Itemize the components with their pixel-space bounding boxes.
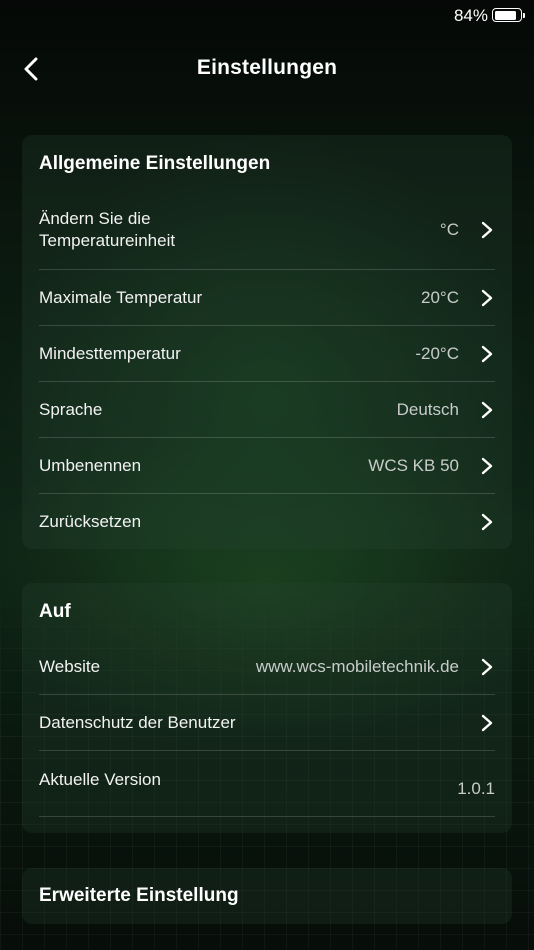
- row-value: -20°C: [415, 343, 459, 363]
- row-label: Datenschutz der Benutzer: [39, 712, 236, 732]
- row-rename[interactable]: Umbenennen WCS KB 50: [39, 438, 495, 494]
- chevron-right-icon: [481, 401, 493, 419]
- battery-percent: 84%: [453, 6, 488, 25]
- about-card: Auf Website www.wcs-mobiletechnik.de Dat…: [22, 583, 512, 833]
- row-label: Website: [39, 656, 101, 676]
- general-settings-card: Allgemeine Einstellungen Ändern Sie die …: [22, 135, 512, 549]
- row-value: Deutsch: [396, 399, 459, 419]
- nav-bar: Einstellungen: [0, 44, 534, 94]
- row-value: 1.0.1: [457, 779, 495, 798]
- row-label: Umbenennen: [39, 455, 142, 475]
- row-reset[interactable]: Zurücksetzen: [39, 494, 495, 550]
- row-privacy[interactable]: Datenschutz der Benutzer: [39, 695, 495, 751]
- row-temperature-unit[interactable]: Ändern Sie die Temperatureinheit °C: [39, 191, 495, 270]
- chevron-right-icon: [481, 714, 493, 732]
- card-title-about: Auf: [39, 601, 71, 622]
- status-bar: 84%: [0, 0, 534, 30]
- row-language[interactable]: Sprache Deutsch: [39, 382, 495, 438]
- battery-icon: [492, 8, 525, 22]
- chevron-right-icon: [481, 289, 493, 307]
- row-label: Aktuelle Version: [39, 769, 161, 789]
- row-label: Mindesttemperatur: [39, 343, 181, 363]
- chevron-right-icon: [481, 513, 493, 531]
- row-website[interactable]: Website www.wcs-mobiletechnik.de: [39, 639, 495, 695]
- chevron-right-icon: [481, 658, 493, 676]
- row-value: WCS KB 50: [368, 455, 459, 475]
- row-min-temperature[interactable]: Mindesttemperatur -20°C: [39, 326, 495, 382]
- chevron-right-icon: [481, 457, 493, 475]
- row-label: Sprache: [39, 399, 103, 419]
- row-max-temperature[interactable]: Maximale Temperatur 20°C: [39, 270, 495, 326]
- row-label: Ändern Sie die Temperatureinheit: [39, 209, 176, 250]
- chevron-right-icon: [481, 345, 493, 363]
- row-value: www.wcs-mobiletechnik.de: [255, 656, 459, 676]
- page-title: Einstellungen: [196, 56, 338, 79]
- chevron-right-icon: [481, 221, 493, 239]
- card-title-general: Allgemeine Einstellungen: [39, 153, 271, 174]
- row-value: 20°C: [421, 287, 459, 307]
- row-label: Maximale Temperatur: [39, 287, 203, 307]
- advanced-settings-card[interactable]: Erweiterte Einstellung: [22, 868, 512, 924]
- row-current-version: Aktuelle Version 1.0.1: [39, 751, 495, 817]
- row-value: °C: [439, 220, 459, 239]
- row-label: Zurücksetzen: [39, 512, 142, 531]
- card-title-advanced: Erweiterte Einstellung: [39, 885, 239, 906]
